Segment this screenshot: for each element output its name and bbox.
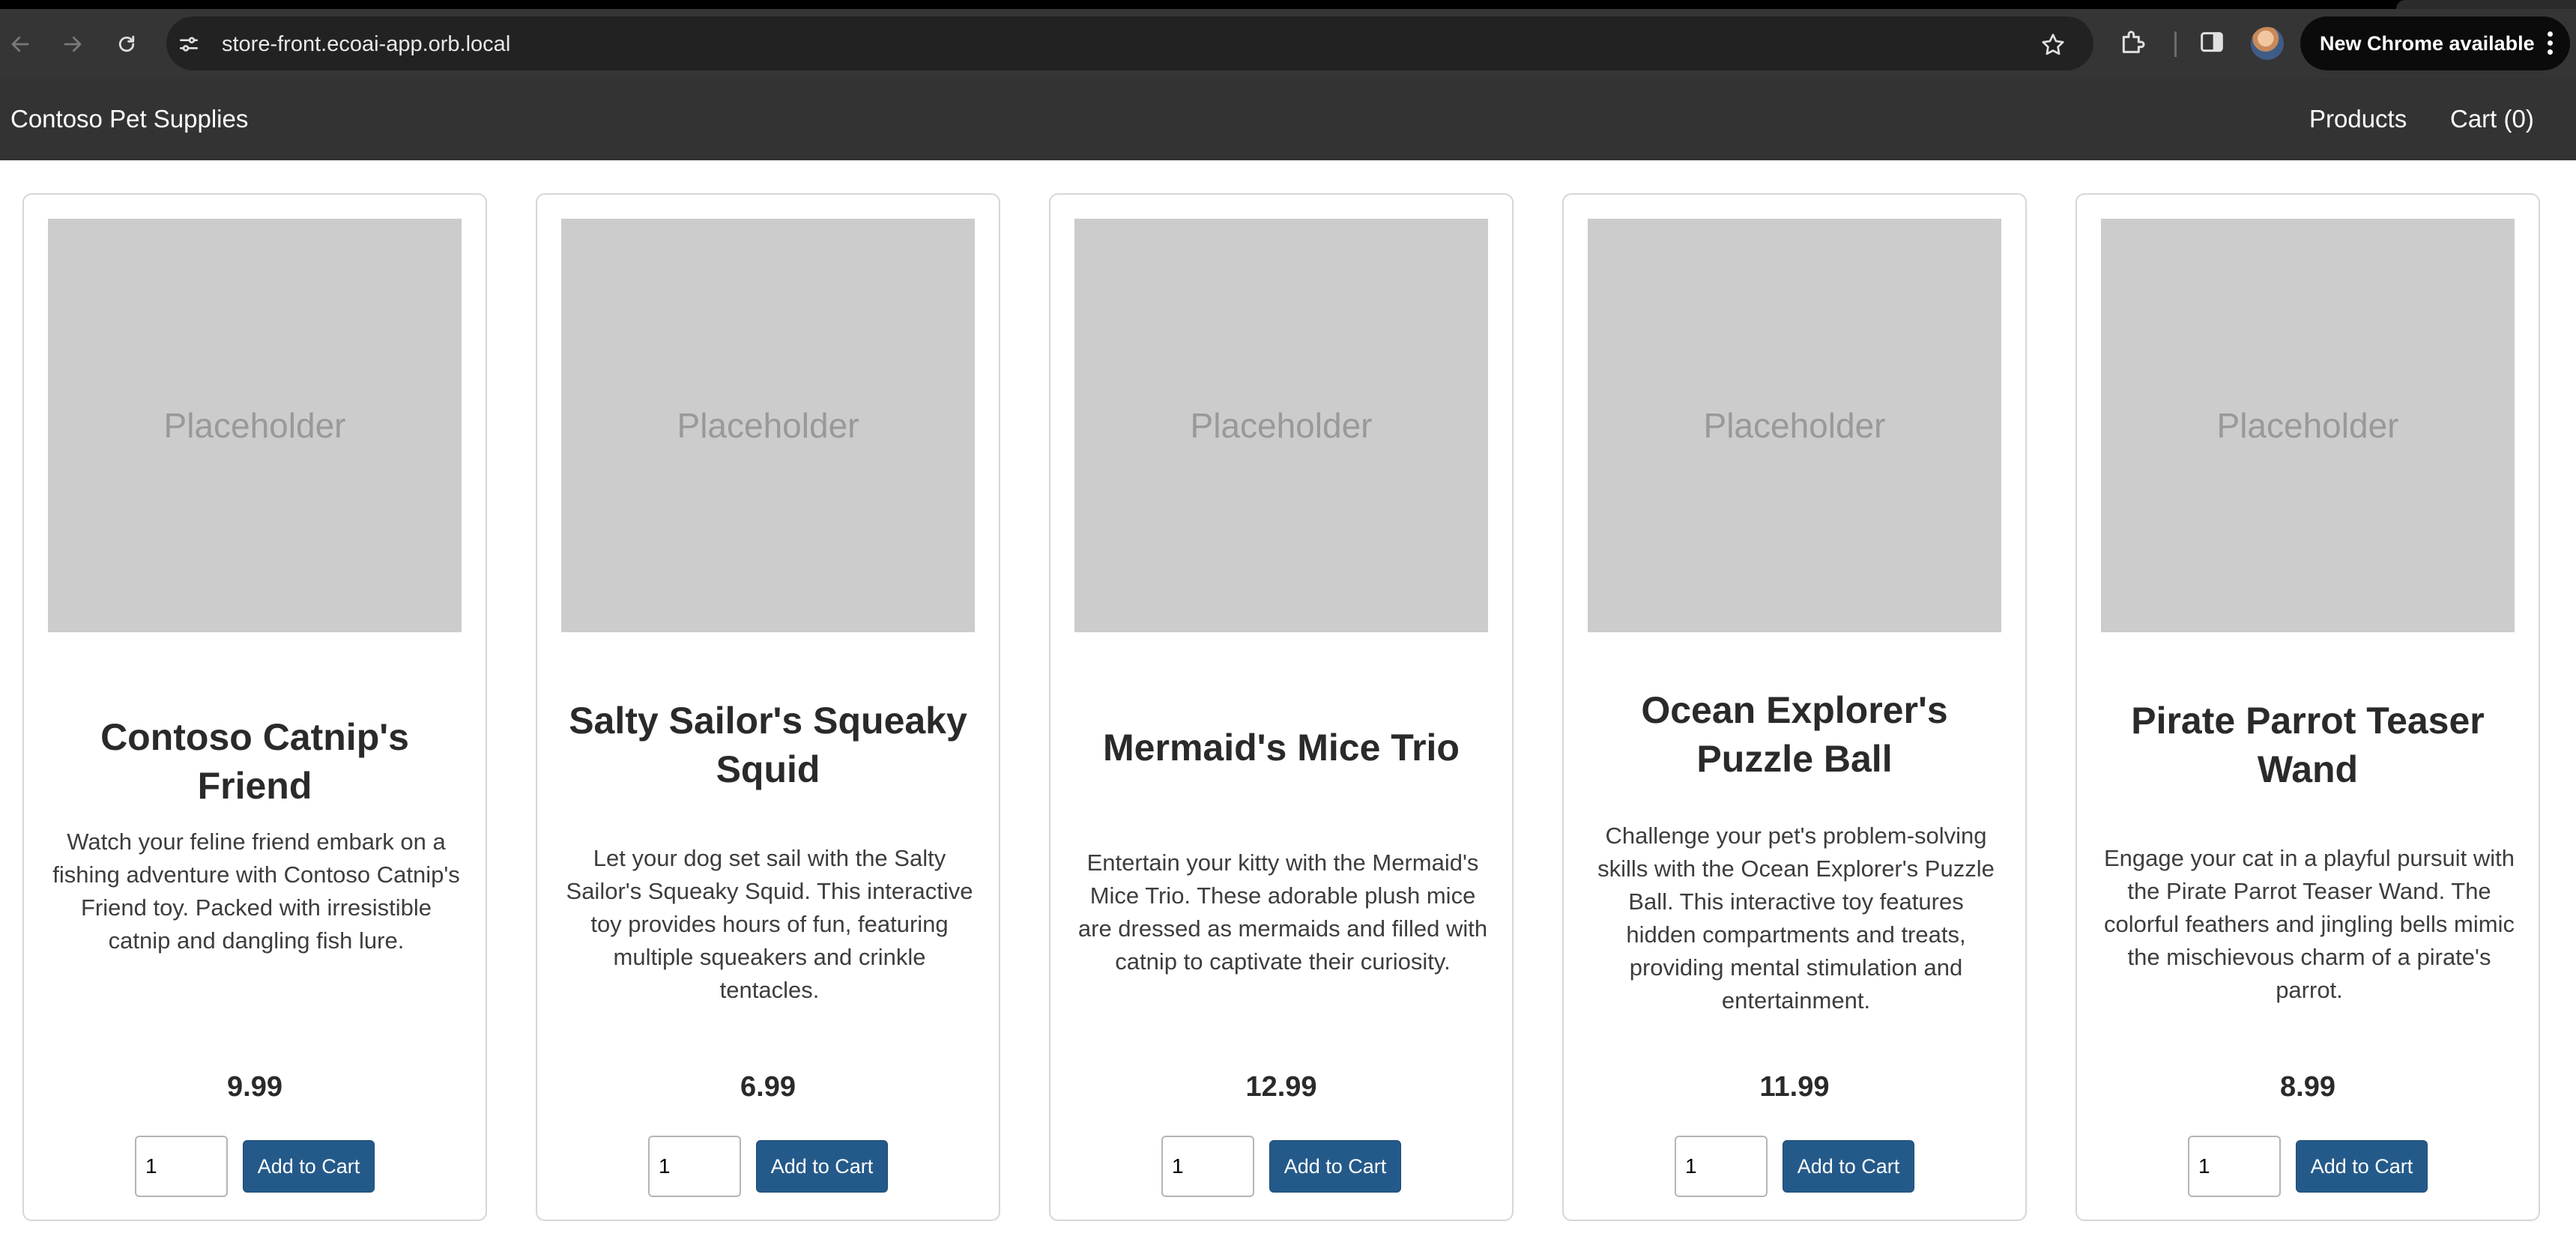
product-card: Placeholder Mermaid's Mice Trio Entertai… bbox=[1049, 193, 1514, 1221]
product-title: Pirate Parrot Teaser Wand bbox=[2131, 700, 2485, 790]
product-price: 6.99 bbox=[740, 1071, 796, 1103]
product-description: Entertain your kitty with the Mermaid's … bbox=[1077, 849, 1488, 975]
product-card: Placeholder Contoso Catnip's Friend Watc… bbox=[22, 193, 487, 1221]
url-text: store-front.ecoai-app.orb.local bbox=[222, 32, 511, 56]
product-price: 12.99 bbox=[1245, 1071, 1317, 1103]
site-info-icon[interactable] bbox=[177, 32, 201, 56]
add-to-cart-button[interactable]: Add to Cart bbox=[2296, 1140, 2428, 1193]
back-icon[interactable] bbox=[1, 25, 39, 63]
quantity-input[interactable] bbox=[1161, 1136, 1254, 1197]
product-title: Contoso Catnip's Friend bbox=[100, 716, 409, 807]
placeholder-label: Placeholder bbox=[163, 406, 346, 445]
product-description: Engage your cat in a playful pursuit wit… bbox=[2104, 845, 2515, 1003]
product-card: Placeholder Ocean Explorer's Puzzle Ball… bbox=[1562, 193, 2027, 1221]
product-card: Placeholder Salty Sailor's Squeaky Squid… bbox=[536, 193, 1000, 1221]
address-bar[interactable]: store-front.ecoai-app.orb.local bbox=[166, 16, 2093, 70]
more-options-icon[interactable] bbox=[2548, 31, 2554, 55]
add-to-cart-button[interactable]: Add to Cart bbox=[756, 1140, 888, 1193]
toolbar-divider bbox=[2174, 31, 2177, 57]
product-card: Placeholder Pirate Parrot Teaser Wand En… bbox=[2075, 193, 2540, 1221]
new-chrome-label: New Chrome available bbox=[2320, 32, 2535, 55]
product-price: 11.99 bbox=[1759, 1071, 1830, 1103]
forward-icon[interactable] bbox=[54, 25, 91, 63]
extensions-icon[interactable] bbox=[2117, 27, 2150, 60]
site-header: Contoso Pet Supplies Products Cart (0) bbox=[0, 78, 2576, 160]
profile-avatar[interactable] bbox=[2251, 27, 2284, 60]
placeholder-label: Placeholder bbox=[1703, 406, 1886, 445]
reload-icon[interactable] bbox=[108, 25, 145, 63]
new-chrome-available-button[interactable]: New Chrome available bbox=[2300, 16, 2570, 70]
product-image-placeholder: Placeholder bbox=[1074, 219, 1488, 632]
browser-toolbar: store-front.ecoai-app.orb.local New Chro… bbox=[0, 9, 2576, 78]
product-image-placeholder: Placeholder bbox=[561, 219, 975, 632]
browser-tab[interactable] bbox=[2396, 0, 2576, 9]
product-title: Ocean Explorer's Puzzle Ball bbox=[1641, 689, 1948, 780]
product-image-placeholder: Placeholder bbox=[48, 219, 462, 632]
add-to-cart-button[interactable]: Add to Cart bbox=[1269, 1140, 1401, 1193]
quantity-input[interactable] bbox=[1675, 1136, 1768, 1197]
bookmark-star-icon[interactable] bbox=[2040, 31, 2072, 64]
product-price: 9.99 bbox=[227, 1071, 282, 1103]
placeholder-label: Placeholder bbox=[677, 406, 859, 445]
product-description: Challenge your pet's problem-solving ski… bbox=[1597, 823, 1995, 1014]
product-description: Watch your feline friend embark on a fis… bbox=[52, 829, 460, 954]
brand-name[interactable]: Contoso Pet Supplies bbox=[10, 105, 248, 133]
quantity-input[interactable] bbox=[2188, 1136, 2281, 1197]
browser-tab-strip bbox=[0, 0, 2576, 9]
product-image-placeholder: Placeholder bbox=[1588, 219, 2001, 632]
nav-products-link[interactable]: Products bbox=[2309, 105, 2407, 133]
product-title: Mermaid's Mice Trio bbox=[1103, 727, 1460, 769]
quantity-input[interactable] bbox=[135, 1136, 228, 1197]
product-title: Salty Sailor's Squeaky Squid bbox=[569, 700, 967, 790]
add-to-cart-button[interactable]: Add to Cart bbox=[1783, 1140, 1914, 1193]
product-description: Let your dog set sail with the Salty Sai… bbox=[566, 845, 973, 1003]
nav-cart-link[interactable]: Cart (0) bbox=[2450, 105, 2534, 133]
placeholder-label: Placeholder bbox=[2216, 406, 2399, 445]
product-price: 8.99 bbox=[2280, 1071, 2335, 1103]
quantity-input[interactable] bbox=[648, 1136, 741, 1197]
add-to-cart-button[interactable]: Add to Cart bbox=[243, 1140, 375, 1193]
side-panel-icon[interactable] bbox=[2197, 27, 2230, 60]
product-image-placeholder: Placeholder bbox=[2101, 219, 2515, 632]
placeholder-label: Placeholder bbox=[1190, 406, 1373, 445]
